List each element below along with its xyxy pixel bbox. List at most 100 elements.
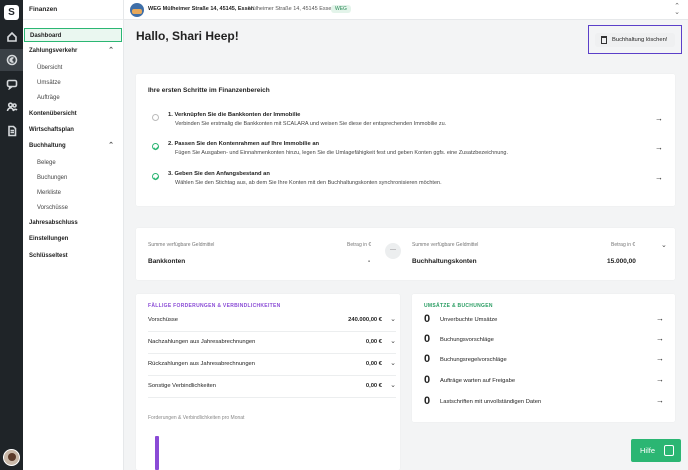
sidebar-item-label: Zahlungsverkehr [29,48,78,54]
step-description: Wählen Sie den Stichtag aus, ab dem Sie … [175,180,442,186]
transaction-row-unverbucht[interactable]: 0 Unverbuchte Umsätze → [424,311,664,331]
chevron-down-icon[interactable]: ⌄ [390,359,396,367]
chat-icon[interactable] [0,73,23,95]
transactions-card: UMSÄTZE & BUCHUNGEN 0 Unverbuchte Umsätz… [412,294,675,422]
receivable-row-nachzahlungen[interactable]: Nachzahlungen aus Jahresabrechnungen 0,0… [148,332,396,354]
row-label: Nachzahlungen aus Jahresabrechnungen [148,339,256,345]
sidebar-item-label: Wirtschaftsplan [29,127,74,133]
arrow-right-icon[interactable]: → [656,334,664,343]
property-type-badge: WEG [331,5,351,13]
receivable-row-rueckzahlungen[interactable]: Rückzahlungen aus Jahresabrechnungen 0,0… [148,354,396,376]
chevron-down-icon[interactable]: ⌄ [390,315,396,323]
arrow-right-icon[interactable]: → [656,314,664,323]
sidebar-item-label: Vorschüsse [37,205,69,211]
sidebar-item-dashboard[interactable]: Dashboard [24,28,122,42]
property-address: Mülheimer Straße 14, 45145 Essen [248,6,335,12]
row-value: 0,00 € [365,361,382,367]
compare-icon: — [385,243,401,259]
chevron-up-icon: ⌃ [108,47,114,54]
page-title: Hallo, Shari Heep! [136,29,239,43]
chevron-down-icon[interactable]: ⌄ [390,337,396,345]
arrow-right-icon[interactable]: → [655,114,663,123]
icon-rail: S [0,0,23,470]
chevron-down-icon[interactable]: ⌄ [390,381,396,389]
sidebar-item-schluesseltest[interactable]: Schlüsseltest [23,249,123,263]
document-icon[interactable] [0,120,23,142]
sidebar-item-label: Übersicht [37,65,63,71]
sidebar-item-label: Dashboard [30,33,62,39]
sidebar-item-buchhaltung[interactable]: Buchhaltung ⌃ [23,139,123,153]
arrow-right-icon[interactable]: → [656,396,664,405]
step-chart-of-accounts[interactable]: 2. Passen Sie den Kontenrahmen auf Ihre … [148,141,663,161]
row-count: 0 [424,353,431,365]
chevron-down-icon[interactable]: ⌄ [661,241,667,249]
transaction-row-freigabe[interactable]: 0 Aufträge warten auf Freigabe → [424,372,664,392]
property-name: WEG Mülheimer Straße 14, 45145, Essen [148,6,255,12]
sidebar-item-uebersicht[interactable]: Übersicht [23,61,123,75]
row-label: Buchungsregelvorschläge [440,357,507,363]
sidebar-item-merkliste[interactable]: Merkliste [23,186,123,200]
arrow-right-icon[interactable]: → [655,173,663,182]
sidebar-item-label: Aufträge [37,95,60,101]
finance-icon[interactable] [0,49,23,71]
row-label: Lastschriften mit unvollständigen Daten [440,399,542,405]
chevron-up-icon: ⌃ [108,142,114,149]
trash-icon [601,36,607,44]
user-avatar[interactable] [3,449,20,466]
sidebar-item-label: Jahresabschluss [29,220,78,226]
arrow-right-icon[interactable]: → [655,143,663,152]
sidebar-item-label: Buchungen [37,175,68,181]
step-description: Fügen Sie Ausgaben- und Einnahmenkonten … [175,150,508,156]
receivable-row-sonstige[interactable]: Sonstige Verbindlichkeiten 0,00 € ⌄ [148,376,396,398]
step-title: 1. Verknüpfen Sie die Bankkonten der Imm… [168,112,301,118]
sidebar-item-jahresabschluss[interactable]: Jahresabschluss [23,216,123,230]
ledger-funds-label: Summe verfügbare Geldmittel [412,242,479,248]
step-done-icon [152,173,159,180]
home-icon[interactable] [0,26,23,48]
sidebar-item-einstellungen[interactable]: Einstellungen [23,232,123,246]
sidebar-item-wirtschaftsplan[interactable]: Wirtschaftsplan [23,123,123,137]
help-chat-icon [664,445,674,456]
row-label: Vorschüsse [148,317,178,323]
help-button[interactable]: Hilfe [631,439,681,462]
app-logo[interactable]: S [4,5,19,20]
row-count: 0 [424,374,431,386]
bank-accounts-value: - [368,258,371,265]
transactions-title: UMSÄTZE & BUCHUNGEN [424,303,493,309]
row-value: 0,00 € [365,339,382,345]
step-description: Verbinden Sie erstmalig die Bankkonten m… [175,121,447,127]
first-steps-card: Ihre ersten Schritte im Finanzenbereich … [136,74,675,206]
delete-accounting-button[interactable]: Buchhaltung löschen! [595,33,675,47]
transaction-row-regelvorschlaege[interactable]: 0 Buchungsregelvorschläge → [424,351,664,371]
transaction-row-lastschriften[interactable]: 0 Lastschriften mit unvollständigen Date… [424,393,664,413]
sidebar-item-label: Buchhaltung [29,143,66,149]
delete-button-highlight: Buchhaltung löschen! [588,25,682,54]
users-icon[interactable] [0,96,23,118]
row-count: 0 [424,333,431,345]
transaction-row-buchungsvorschlaege[interactable]: 0 Buchungsvorschläge → [424,331,664,351]
expand-collapse-icon[interactable]: ⌃ ⌄ [674,3,680,16]
receivable-row-vorschuesse[interactable]: Vorschüsse 240.000,00 € ⌄ [148,310,396,332]
property-image [130,3,144,17]
sidebar-item-belege[interactable]: Belege [23,156,123,170]
row-label: Rückzahlungen aus Jahresabrechnungen [148,361,255,367]
step-opening-balance[interactable]: 3. Geben Sie den Anfangsbestand an Wähle… [148,171,663,191]
sidebar-item-buchungen[interactable]: Buchungen [23,171,123,185]
sidebar-item-kontenuebersicht[interactable]: Kontenübersicht [23,107,123,121]
row-label: Unverbuchte Umsätze [440,317,498,323]
ledger-accounts-title: Buchhaltungskonten [412,258,477,265]
sidebar-item-auftraege[interactable]: Aufträge [23,91,123,105]
row-label: Sonstige Verbindlichkeiten [148,383,216,389]
finance-sidebar: Finanzen Dashboard Zahlungsverkehr ⌃ Über… [23,0,124,470]
sidebar-item-zahlungsverkehr[interactable]: Zahlungsverkehr ⌃ [23,44,123,58]
arrow-right-icon[interactable]: → [656,375,664,384]
step-link-bank-accounts[interactable]: 1. Verknüpfen Sie die Bankkonten der Imm… [148,112,663,132]
sidebar-item-vorschuesse[interactable]: Vorschüsse [23,201,123,215]
property-selector[interactable]: WEG Mülheimer Straße 14, 45145, Essen Mü… [124,0,688,20]
arrow-right-icon[interactable]: → [656,354,664,363]
monthly-chart-bar [155,436,159,470]
row-count: 0 [424,313,431,325]
row-label: Aufträge warten auf Freigabe [440,378,516,384]
bank-accounts-title: Bankkonten [148,258,186,265]
sidebar-item-umsaetze[interactable]: Umsätze [23,76,123,90]
